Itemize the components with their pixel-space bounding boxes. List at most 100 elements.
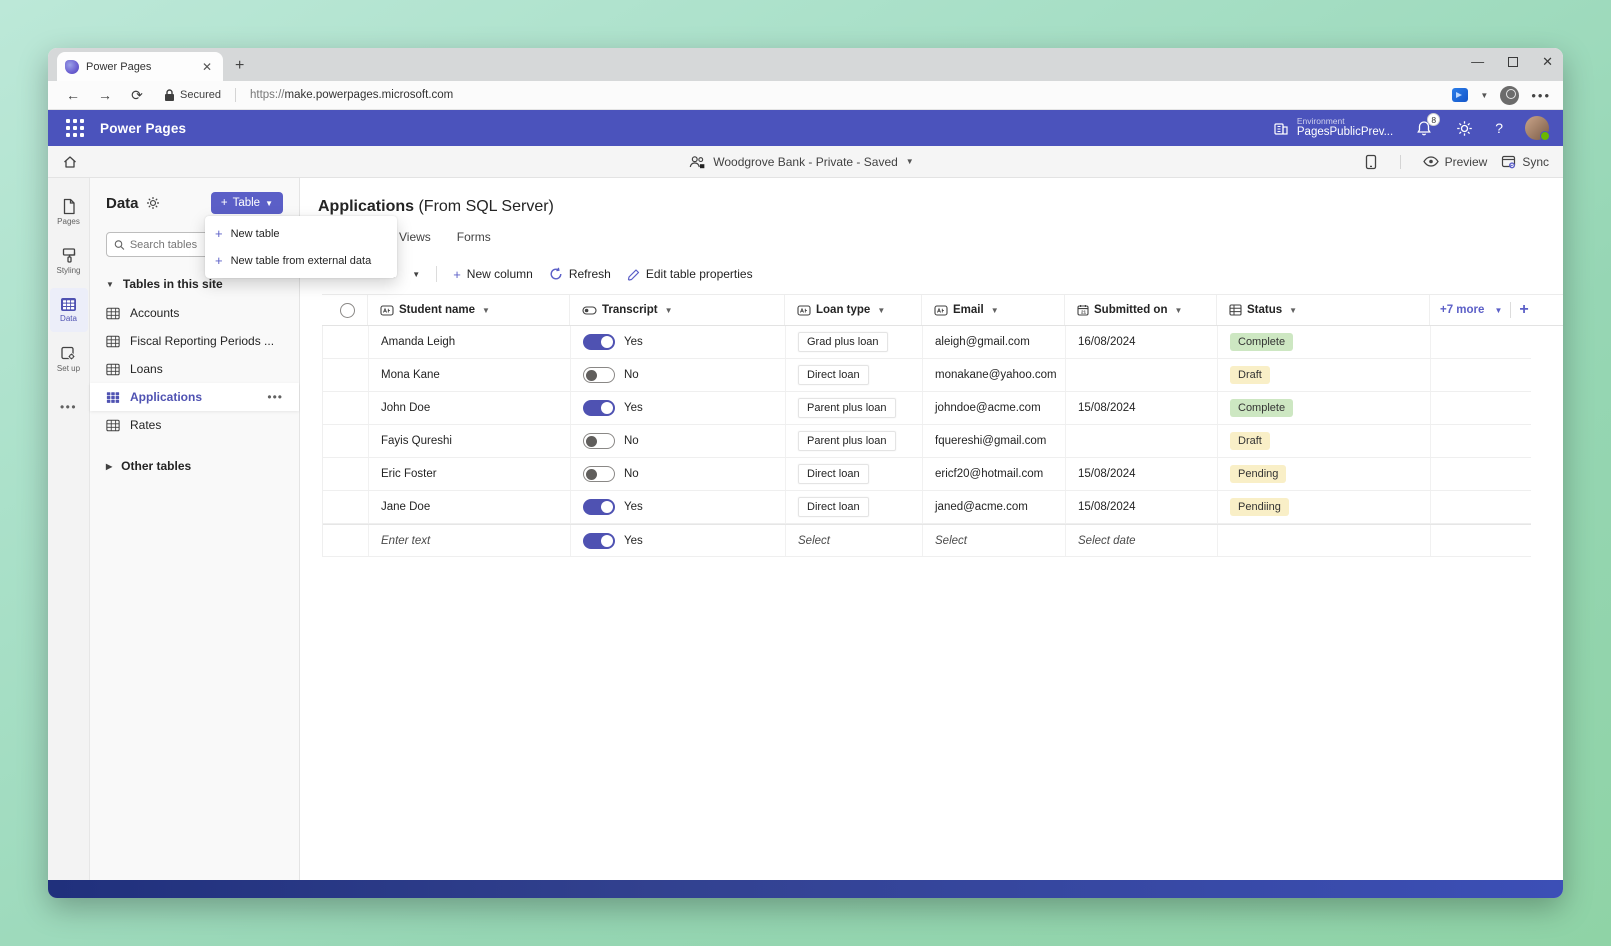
tab-forms[interactable]: Forms: [457, 230, 491, 244]
row-select-checkbox[interactable]: [323, 326, 369, 358]
table-item-loans[interactable]: Loans: [90, 355, 299, 383]
device-preview-icon[interactable]: [1364, 154, 1378, 170]
home-icon[interactable]: [62, 154, 78, 170]
cell-student-name[interactable]: Amanda Leigh: [369, 326, 571, 358]
cell-email[interactable]: ericf20@hotmail.com: [923, 458, 1066, 490]
row-select-checkbox[interactable]: [323, 525, 369, 556]
cell-loan-type[interactable]: Direct loan: [786, 359, 923, 391]
table-item-accounts[interactable]: Accounts: [90, 299, 299, 327]
cell-loan-type[interactable]: Direct loan: [786, 491, 923, 523]
add-column-button[interactable]: +: [1519, 301, 1528, 319]
help-button[interactable]: ?: [1495, 120, 1503, 136]
minimize-button[interactable]: —: [1471, 55, 1484, 68]
nav-item-set-up[interactable]: Set up: [50, 337, 88, 381]
settings-button[interactable]: [1455, 119, 1473, 137]
cell-submitted-on[interactable]: Select date: [1066, 525, 1218, 556]
refresh-button[interactable]: Refresh: [549, 267, 611, 281]
cell-loan-type[interactable]: Grad plus loan: [786, 326, 923, 358]
cell-email[interactable]: johndoe@acme.com: [923, 392, 1066, 424]
cell-student-name[interactable]: Fayis Qureshi: [369, 425, 571, 457]
cell-email[interactable]: janed@acme.com: [923, 491, 1066, 523]
cell-student-name[interactable]: Jane Doe: [369, 491, 571, 523]
browser-menu-icon[interactable]: •••: [1531, 88, 1551, 103]
forward-icon[interactable]: →: [92, 87, 118, 103]
notifications-button[interactable]: 8: [1415, 119, 1433, 137]
menu-item-new-table[interactable]: + New table: [205, 220, 397, 247]
site-name-menu[interactable]: Woodgrove Bank - Private - Saved ▼: [688, 155, 913, 169]
table-row[interactable]: Jane DoeYesDirect loanjaned@acme.com15/0…: [323, 491, 1531, 524]
cell-transcript[interactable]: Yes: [571, 326, 786, 358]
row-select-checkbox[interactable]: [323, 392, 369, 424]
more-columns-button[interactable]: +7 more: [1440, 304, 1484, 316]
cell-status[interactable]: Complete: [1218, 392, 1431, 424]
table-item-fiscal-reporting-periods[interactable]: Fiscal Reporting Periods ...: [90, 327, 299, 355]
cell-transcript[interactable]: Yes: [571, 491, 786, 523]
menu-item-new-table-from-external-data[interactable]: + New table from external data: [205, 247, 397, 274]
transcript-toggle[interactable]: [583, 400, 615, 416]
tab-views[interactable]: Views: [399, 230, 431, 244]
transcript-toggle[interactable]: [583, 499, 615, 515]
edit-table-properties-button[interactable]: Edit table properties: [627, 267, 753, 281]
table-row[interactable]: Fayis QureshiNoParent plus loanfquereshi…: [323, 425, 1531, 458]
cell-submitted-on[interactable]: 15/08/2024: [1066, 458, 1218, 490]
cell-email[interactable]: fquereshi@gmail.com: [923, 425, 1066, 457]
cell-status[interactable]: Draft: [1218, 425, 1431, 457]
cell-submitted-on[interactable]: [1066, 359, 1218, 391]
close-button[interactable]: ✕: [1542, 55, 1553, 68]
transcript-toggle[interactable]: [583, 466, 615, 482]
back-icon[interactable]: ←: [60, 87, 86, 103]
column-header-loan-type[interactable]: Loan type▼: [785, 295, 922, 325]
browser-profile-avatar[interactable]: [1500, 86, 1519, 105]
cell-transcript[interactable]: Yes: [571, 525, 786, 556]
column-header-email[interactable]: Email▼: [922, 295, 1065, 325]
nav-more-icon[interactable]: •••: [60, 400, 77, 414]
environment-picker[interactable]: Environment PagesPublicPrev...: [1273, 117, 1393, 140]
other-tables-header[interactable]: ▶ Other tables: [90, 439, 299, 493]
app-launcher-icon[interactable]: [66, 119, 84, 137]
select-all-checkbox[interactable]: [322, 295, 368, 325]
cell-email[interactable]: monakane@yahoo.com: [923, 359, 1066, 391]
workspace-icon[interactable]: [1452, 88, 1468, 102]
table-row[interactable]: John DoeYesParent plus loanjohndoe@acme.…: [323, 392, 1531, 425]
row-select-checkbox[interactable]: [323, 458, 369, 490]
new-table-button[interactable]: + Table ▼: [211, 192, 283, 214]
cell-transcript[interactable]: No: [571, 425, 786, 457]
user-avatar[interactable]: [1525, 116, 1549, 140]
column-header-status[interactable]: Status▼: [1217, 295, 1430, 325]
cell-student-name[interactable]: John Doe: [369, 392, 571, 424]
table-row[interactable]: Amanda LeighYesGrad plus loanaleigh@gmai…: [323, 326, 1531, 359]
browser-tab[interactable]: Power Pages ✕: [57, 52, 223, 81]
row-select-checkbox[interactable]: [323, 491, 369, 523]
refresh-icon[interactable]: ⟳: [124, 87, 150, 104]
cell-loan-type[interactable]: Parent plus loan: [786, 392, 923, 424]
nav-item-pages[interactable]: Pages: [50, 190, 88, 234]
maximize-button[interactable]: [1508, 57, 1518, 67]
cell-loan-type[interactable]: Direct loan: [786, 458, 923, 490]
new-tab-button[interactable]: +: [235, 57, 244, 75]
url-text[interactable]: https://make.powerpages.microsoft.com: [250, 89, 1446, 101]
cell-submitted-on[interactable]: 15/08/2024: [1066, 392, 1218, 424]
table-item-applications[interactable]: Applications •••: [90, 383, 299, 411]
cell-student-name[interactable]: Enter text: [369, 525, 571, 556]
cell-transcript[interactable]: No: [571, 359, 786, 391]
cell-transcript[interactable]: No: [571, 458, 786, 490]
transcript-toggle[interactable]: [583, 334, 615, 350]
cell-email[interactable]: aleigh@gmail.com: [923, 326, 1066, 358]
sync-button[interactable]: Sync: [1501, 154, 1549, 169]
security-indicator[interactable]: Secured: [164, 89, 221, 102]
row-select-checkbox[interactable]: [323, 425, 369, 457]
cell-transcript[interactable]: Yes: [571, 392, 786, 424]
transcript-toggle[interactable]: [583, 433, 615, 449]
new-column-button[interactable]: + New column: [453, 267, 533, 281]
table-item-rates[interactable]: Rates: [90, 411, 299, 439]
cell-status[interactable]: Pendiing: [1218, 491, 1431, 523]
cell-email[interactable]: Select: [923, 525, 1066, 556]
cell-loan-type[interactable]: Select: [786, 525, 923, 556]
table-item-more-icon[interactable]: •••: [267, 390, 283, 404]
cell-student-name[interactable]: Mona Kane: [369, 359, 571, 391]
transcript-toggle[interactable]: [583, 533, 615, 549]
cell-submitted-on[interactable]: 16/08/2024: [1066, 326, 1218, 358]
transcript-toggle[interactable]: [583, 367, 615, 383]
column-header-student-name[interactable]: Student name▼: [368, 295, 570, 325]
table-row[interactable]: Mona KaneNoDirect loanmonakane@yahoo.com…: [323, 359, 1531, 392]
